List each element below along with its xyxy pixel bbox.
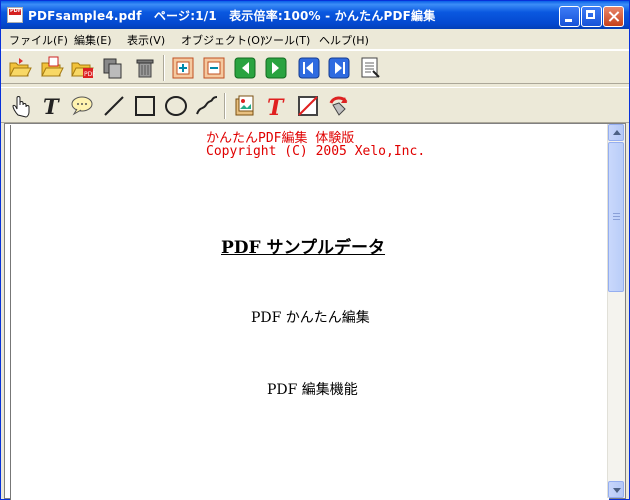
first-page-icon[interactable] <box>233 55 259 81</box>
comment-bubble-icon[interactable] <box>69 93 95 119</box>
no-fill-icon[interactable] <box>295 93 321 119</box>
insert-page-icon[interactable] <box>170 55 196 81</box>
document-text-line: PDF かんたん編集 <box>251 310 370 326</box>
menu-edit[interactable]: 編集(E) <box>74 32 112 48</box>
scroll-up-button[interactable] <box>608 124 624 141</box>
image-insert-icon[interactable] <box>232 93 258 119</box>
minimize-button[interactable] <box>559 6 580 27</box>
menu-bar: ファイル(F) 編集(E) 表示(V) オブジェクト(O) ツール(T) ヘルプ… <box>1 29 629 50</box>
line-tool-icon[interactable] <box>101 93 127 119</box>
open-folder-alt-icon[interactable] <box>39 55 65 81</box>
document-text-line: PDF 編集機能 <box>267 382 358 398</box>
vertical-scrollbar[interactable] <box>607 124 625 498</box>
copy-pages-icon[interactable] <box>100 55 126 81</box>
trial-watermark-copyright: Copyright (C) 2005 Xelo,Inc. <box>206 144 426 159</box>
app-window: PDF PDFsample4.pdf ページ:1/1 表示倍率:100% - か… <box>0 0 630 500</box>
scroll-thumb[interactable] <box>608 142 624 292</box>
menu-view[interactable]: 表示(V) <box>127 32 165 48</box>
svg-text:T: T <box>43 94 60 119</box>
scroll-grip <box>613 219 620 220</box>
pdf-app-icon[interactable]: PDF <box>7 7 23 23</box>
menu-tools[interactable]: ツール(T) <box>262 32 310 48</box>
freehand-tool-icon[interactable] <box>194 93 220 119</box>
scroll-grip <box>613 213 620 214</box>
menu-help[interactable]: ヘルプ(H) <box>319 32 369 48</box>
open-folder-icon[interactable] <box>7 55 33 81</box>
document-viewport[interactable]: かんたんPDF編集 体験版 Copyright (C) 2005 Xelo,In… <box>4 123 626 500</box>
pdf-page: かんたんPDF編集 体験版 Copyright (C) 2005 Xelo,In… <box>10 125 609 500</box>
drawing-toolbar: T T <box>1 87 629 123</box>
window-title: PDFsample4.pdf ページ:1/1 表示倍率:100% - かんたんP… <box>28 9 436 23</box>
toolbar-separator <box>224 93 226 119</box>
ellipse-tool-icon[interactable] <box>163 93 189 119</box>
back-page-icon[interactable] <box>297 55 323 81</box>
red-text-icon[interactable]: T <box>264 93 290 121</box>
next-page-icon[interactable] <box>264 55 290 81</box>
svg-text:T: T <box>267 95 285 119</box>
svg-text:PDF: PDF <box>84 71 95 78</box>
text-tool-icon[interactable]: T <box>39 93 65 119</box>
title-bar[interactable]: PDF PDFsample4.pdf ページ:1/1 表示倍率:100% - か… <box>1 1 629 29</box>
menu-file[interactable]: ファイル(F) <box>9 32 68 48</box>
menu-object[interactable]: オブジェクト(O) <box>181 32 264 48</box>
rotate-icon[interactable] <box>325 93 351 119</box>
hand-pointer-icon[interactable] <box>9 93 35 119</box>
trash-icon[interactable] <box>132 55 158 81</box>
close-button[interactable] <box>603 6 624 27</box>
extract-page-icon[interactable] <box>201 55 227 81</box>
rectangle-tool-icon[interactable] <box>132 93 158 119</box>
maximize-button[interactable] <box>581 6 602 27</box>
scroll-grip <box>613 216 620 217</box>
document-properties-icon[interactable] <box>358 55 384 81</box>
scroll-down-button[interactable] <box>608 481 624 498</box>
document-heading: PDF サンプルデータ <box>221 238 386 258</box>
open-pdf-icon[interactable]: PDF <box>69 55 96 81</box>
last-page-icon[interactable] <box>327 55 353 81</box>
toolbar-separator <box>163 55 165 81</box>
main-toolbar: PDF <box>1 50 629 84</box>
